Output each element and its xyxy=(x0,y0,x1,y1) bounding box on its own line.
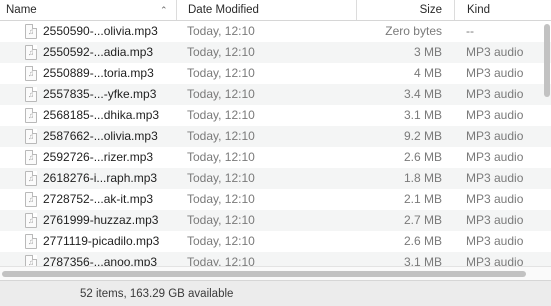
file-name: 2761999-huzzaz.mp3 xyxy=(43,213,159,227)
file-kind: MP3 audio xyxy=(466,66,524,80)
file-kind: MP3 audio xyxy=(466,171,524,185)
music-note-icon: ♫ xyxy=(28,48,34,57)
horizontal-scrollbar-thumb[interactable] xyxy=(2,271,526,277)
file-row[interactable]: ♫ 2771119-picadilo.mp3 Today, 12:10 2.6 MB M… xyxy=(0,231,551,252)
file-size: 2.7 MB xyxy=(403,213,442,227)
file-name: 2550592-...adia.mp3 xyxy=(43,45,154,59)
file-name: 2587662-...olivia.mp3 xyxy=(43,129,158,143)
file-kind: MP3 audio xyxy=(466,87,524,101)
column-header-size[interactable]: Size xyxy=(356,0,454,20)
music-file-icon: ♫ xyxy=(25,150,37,165)
file-date-modified: Today, 12:10 xyxy=(187,45,255,59)
music-note-icon: ♫ xyxy=(28,153,34,162)
file-date-modified: Today, 12:10 xyxy=(187,87,255,101)
status-bar: 52 items, 163.29 GB available xyxy=(0,280,551,306)
file-date-modified: Today, 12:10 xyxy=(187,108,255,122)
file-kind: MP3 audio xyxy=(466,150,524,164)
music-file-icon: ♫ xyxy=(25,171,37,186)
column-header: Name ⌃ Date Modified Size Kind xyxy=(0,0,551,21)
file-name: 2550590-...olivia.mp3 xyxy=(43,24,158,38)
file-kind: MP3 audio xyxy=(466,192,524,206)
file-list: ♫ 2550590-...olivia.mp3 Today, 12:10 Zero b… xyxy=(0,21,551,266)
file-name: 2568185-...dhika.mp3 xyxy=(43,108,160,122)
music-file-icon: ♫ xyxy=(25,255,37,266)
file-date-modified: Today, 12:10 xyxy=(187,192,255,206)
file-row[interactable]: ♫ 2592726-...rizer.mp3 Today, 12:10 2.6 MB M… xyxy=(0,147,551,168)
file-name: 2592726-...rizer.mp3 xyxy=(43,150,154,164)
file-size: 2.6 MB xyxy=(403,150,442,164)
music-file-icon: ♫ xyxy=(25,192,37,207)
file-row[interactable]: ♫ 2618276-i...raph.mp3 Today, 12:10 1.8 MB M… xyxy=(0,168,551,189)
file-row[interactable]: ♫ 2728752-...ak-it.mp3 Today, 12:10 2.1 MB M… xyxy=(0,189,551,210)
music-file-icon: ♫ xyxy=(25,213,37,228)
file-date-modified: Today, 12:10 xyxy=(187,171,255,185)
file-kind: MP3 audio xyxy=(466,129,524,143)
file-kind: -- xyxy=(466,24,474,38)
file-row[interactable]: ♫ 2550592-...adia.mp3 Today, 12:10 3 MB MP3 … xyxy=(0,42,551,63)
file-size: 3.1 MB xyxy=(403,108,442,122)
music-note-icon: ♫ xyxy=(28,111,34,120)
music-note-icon: ♫ xyxy=(28,174,34,183)
file-size: 1.8 MB xyxy=(403,171,442,185)
file-name: 2618276-i...raph.mp3 xyxy=(43,171,158,185)
file-size: Zero bytes xyxy=(385,24,442,38)
music-file-icon: ♫ xyxy=(25,24,37,39)
file-date-modified: Today, 12:10 xyxy=(187,24,255,38)
music-note-icon: ♫ xyxy=(28,258,34,266)
file-date-modified: Today, 12:10 xyxy=(187,255,255,266)
music-file-icon: ♫ xyxy=(25,87,37,102)
file-date-modified: Today, 12:10 xyxy=(187,213,255,227)
file-size: 3.4 MB xyxy=(403,87,442,101)
vertical-scrollbar-thumb[interactable] xyxy=(544,24,550,97)
file-date-modified: Today, 12:10 xyxy=(187,234,255,248)
file-row[interactable]: ♫ 2550889-...toria.mp3 Today, 12:10 4 MB MP3… xyxy=(0,63,551,84)
column-header-name[interactable]: Name xyxy=(0,0,176,20)
horizontal-scrollbar[interactable] xyxy=(0,266,551,280)
file-kind: MP3 audio xyxy=(466,234,524,248)
file-kind: MP3 audio xyxy=(466,255,524,266)
file-size: 2.1 MB xyxy=(403,192,442,206)
music-note-icon: ♫ xyxy=(28,69,34,78)
file-row[interactable]: ♫ 2557835-...-yfke.mp3 Today, 12:10 3.4 MB M… xyxy=(0,84,551,105)
file-size: 2.6 MB xyxy=(403,234,442,248)
music-note-icon: ♫ xyxy=(28,237,34,246)
music-note-icon: ♫ xyxy=(28,27,34,36)
file-size: 9.2 MB xyxy=(403,129,442,143)
file-name: 2557835-...-yfke.mp3 xyxy=(43,87,157,101)
sort-arrow-icon[interactable]: ⌃ xyxy=(160,0,168,20)
file-date-modified: Today, 12:10 xyxy=(187,150,255,164)
file-row[interactable]: ♫ 2587662-...olivia.mp3 Today, 12:10 9.2 MB… xyxy=(0,126,551,147)
file-name: 2550889-...toria.mp3 xyxy=(43,66,154,80)
file-name: 2771119-picadilo.mp3 xyxy=(43,234,160,248)
vertical-scrollbar[interactable] xyxy=(543,21,551,266)
file-row[interactable]: ♫ 2550590-...olivia.mp3 Today, 12:10 Zero b… xyxy=(0,21,551,42)
music-file-icon: ♫ xyxy=(25,108,37,123)
column-header-date-modified[interactable]: Date Modified xyxy=(176,0,356,20)
music-file-icon: ♫ xyxy=(25,234,37,249)
music-file-icon: ♫ xyxy=(25,66,37,81)
file-size: 3.1 MB xyxy=(403,255,442,266)
file-kind: MP3 audio xyxy=(466,108,524,122)
music-note-icon: ♫ xyxy=(28,195,34,204)
file-name: 2787356-...anoo.mp3 xyxy=(43,255,158,266)
file-size: 3 MB xyxy=(413,45,442,59)
music-note-icon: ♫ xyxy=(28,216,34,225)
file-kind: MP3 audio xyxy=(466,45,524,59)
file-name: 2728752-...ak-it.mp3 xyxy=(43,192,154,206)
music-note-icon: ♫ xyxy=(28,132,34,141)
column-header-kind[interactable]: Kind xyxy=(454,0,551,20)
file-row[interactable]: ♫ 2787356-...anoo.mp3 Today, 12:10 3.1 MB MP… xyxy=(0,252,551,266)
file-row[interactable]: ♫ 2761999-huzzaz.mp3 Today, 12:10 2.7 MB MP3… xyxy=(0,210,551,231)
music-note-icon: ♫ xyxy=(28,90,34,99)
music-file-icon: ♫ xyxy=(25,129,37,144)
file-kind: MP3 audio xyxy=(466,213,524,227)
file-size: 4 MB xyxy=(413,66,442,80)
file-row[interactable]: ♫ 2568185-...dhika.mp3 Today, 12:10 3.1 MB M… xyxy=(0,105,551,126)
music-file-icon: ♫ xyxy=(25,45,37,60)
file-date-modified: Today, 12:10 xyxy=(187,129,255,143)
file-date-modified: Today, 12:10 xyxy=(187,66,255,80)
